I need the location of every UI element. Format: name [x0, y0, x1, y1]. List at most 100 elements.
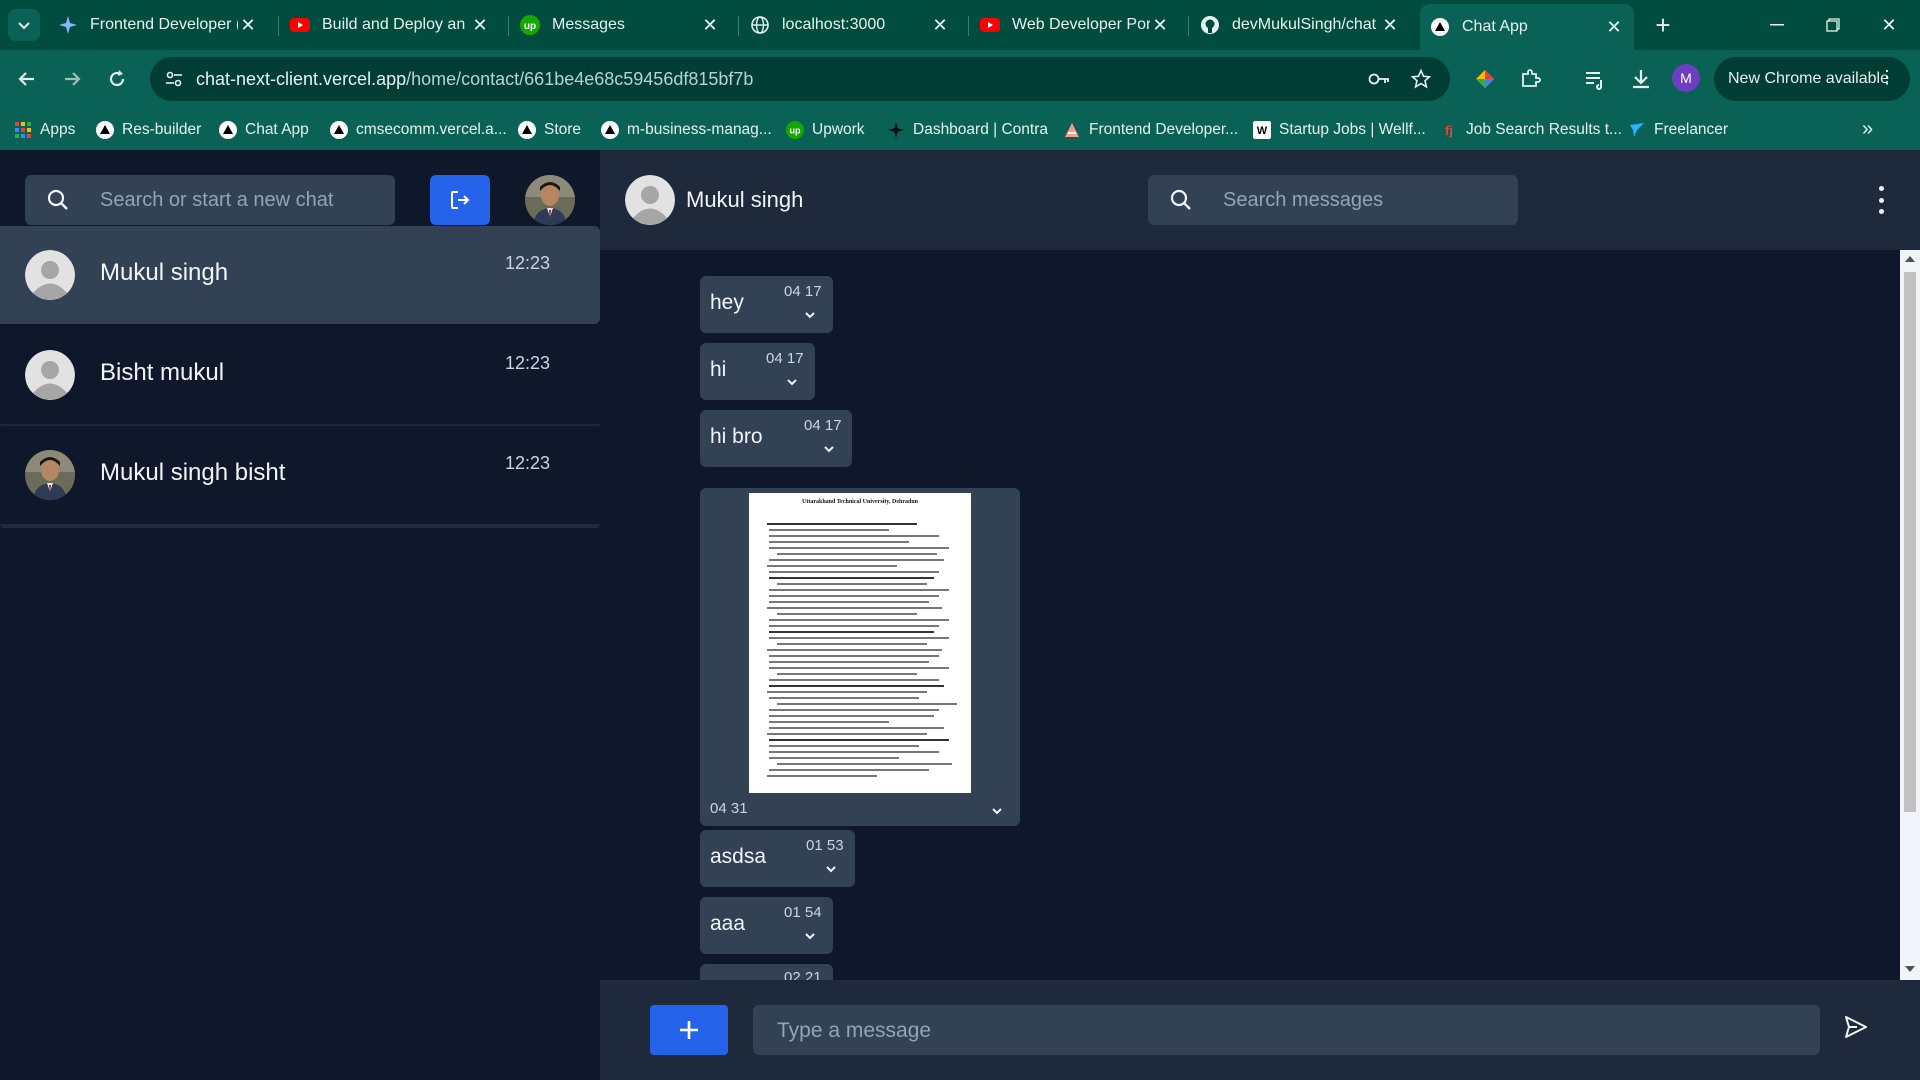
- close-icon[interactable]: ✕: [238, 15, 258, 35]
- document-line: [769, 571, 939, 573]
- tab-search-button[interactable]: [8, 9, 40, 41]
- back-button[interactable]: [10, 62, 44, 96]
- media-queue-icon[interactable]: [1580, 64, 1610, 94]
- document-line: [777, 583, 927, 585]
- document-message[interactable]: Uttarakhand Technical University, Dehrad…: [700, 488, 1020, 826]
- chevron-down-icon[interactable]: [803, 929, 817, 943]
- contact-search-input[interactable]: Search or start a new chat: [25, 175, 395, 225]
- bookmark-star-icon[interactable]: [1410, 68, 1432, 90]
- document-line: [767, 649, 942, 651]
- send-button[interactable]: [1843, 1014, 1873, 1044]
- vercel-icon: [1430, 17, 1450, 37]
- close-icon[interactable]: ✕: [700, 15, 720, 35]
- reload-button[interactable]: [100, 62, 134, 96]
- logout-button[interactable]: [430, 175, 490, 225]
- close-icon[interactable]: ✕: [1604, 17, 1624, 37]
- bookmark-m-business[interactable]: m-business-manag...: [601, 118, 772, 142]
- bookmark-frontend-developer[interactable]: Frontend Developer...: [1063, 118, 1238, 142]
- user-avatar[interactable]: [525, 175, 575, 225]
- tab-label: Messages: [552, 16, 625, 33]
- contact-item-mukul-singh[interactable]: Mukul singh 12:23: [0, 226, 600, 324]
- profile-avatar[interactable]: M: [1672, 64, 1700, 92]
- document-line: [769, 667, 949, 669]
- chevron-down-icon[interactable]: [824, 862, 838, 876]
- message-bubble[interactable]: hey 04 17: [700, 276, 833, 333]
- tab-localhost[interactable]: localhost:3000 ✕: [740, 6, 960, 44]
- restore-button[interactable]: [1808, 8, 1858, 42]
- document-line: [769, 529, 889, 531]
- bookmark-label: Freelancer: [1654, 121, 1729, 138]
- minimize-button[interactable]: [1752, 8, 1802, 42]
- svg-text:up: up: [790, 126, 801, 136]
- reload-icon: [109, 70, 125, 87]
- svg-text:fj: fj: [1445, 123, 1453, 138]
- new-tab-button[interactable]: +: [1648, 10, 1678, 40]
- bookmark-freelancer[interactable]: Freelancer: [1628, 118, 1728, 142]
- message-bubble[interactable]: 02 21: [700, 964, 833, 980]
- chat-menu-button[interactable]: [1875, 186, 1887, 214]
- close-icon[interactable]: ✕: [470, 15, 490, 35]
- bookmark-chat-app[interactable]: Chat App: [219, 118, 309, 142]
- bookmark-job-search[interactable]: fj Job Search Results t...: [1440, 118, 1622, 142]
- bookmarks-bar: Apps Res-builder Chat App cmsecomm.verce…: [0, 108, 1920, 150]
- close-window-button[interactable]: ✕: [1864, 8, 1914, 42]
- document-line: [777, 613, 917, 615]
- message-bubble[interactable]: aaa 01 54: [700, 897, 833, 954]
- url-text: chat-next-client.vercel.app/home/contact…: [196, 69, 753, 90]
- extensions-puzzle-icon[interactable]: [1515, 64, 1545, 94]
- contact-item-mukul-singh-bisht[interactable]: Mukul singh bisht 12:23: [0, 426, 600, 528]
- tab-messages[interactable]: up Messages ✕: [510, 6, 730, 44]
- message-input[interactable]: Type a message: [753, 1005, 1820, 1055]
- youtube-icon: [980, 15, 1000, 35]
- chevron-down-icon[interactable]: [785, 375, 799, 389]
- bookmark-label: Store: [544, 121, 582, 138]
- tab-chat-app[interactable]: Chat App ✕: [1420, 4, 1634, 50]
- bookmark-label: Job Search Results t...: [1466, 121, 1622, 138]
- close-icon[interactable]: ✕: [930, 15, 950, 35]
- document-line: [769, 661, 929, 663]
- bookmark-apps[interactable]: Apps: [14, 118, 75, 142]
- tab-build-and-deploy[interactable]: Build and Deploy an ✕: [280, 6, 500, 44]
- password-key-icon[interactable]: [1368, 68, 1390, 90]
- document-line: [769, 631, 934, 633]
- bookmark-startup-jobs[interactable]: W Startup Jobs | Wellf...: [1253, 118, 1426, 142]
- scroll-down-arrow[interactable]: [1905, 966, 1915, 972]
- bookmark-cmsecomm[interactable]: cmsecomm.vercel.a...: [330, 118, 507, 142]
- new-chrome-available-button[interactable]: New Chrome available ⋮: [1714, 57, 1910, 101]
- bookmark-upwork[interactable]: up Upwork: [786, 118, 865, 142]
- document-preview[interactable]: Uttarakhand Technical University, Dehrad…: [749, 493, 971, 793]
- tab-github-repo[interactable]: devMukulSingh/chat ✕: [1190, 6, 1410, 44]
- message-bubble[interactable]: hi bro 04 17: [700, 410, 852, 467]
- message-bubble[interactable]: asdsa 01 53: [700, 830, 855, 887]
- bookmark-res-builder[interactable]: Res-builder: [96, 118, 201, 142]
- forward-button[interactable]: [55, 62, 89, 96]
- close-icon[interactable]: ✕: [1380, 15, 1400, 35]
- message-search-input[interactable]: Search messages: [1148, 175, 1518, 225]
- contra-icon: [887, 121, 905, 139]
- close-icon[interactable]: ✕: [1150, 15, 1170, 35]
- bookmark-dashboard-contra[interactable]: Dashboard | Contra: [887, 118, 1048, 142]
- download-icon[interactable]: [1626, 64, 1656, 94]
- chevron-down-icon[interactable]: [990, 804, 1004, 818]
- site-settings-icon[interactable]: [164, 69, 184, 89]
- tab-web-developer-portfolio[interactable]: Web Developer Portf ✕: [970, 6, 1180, 44]
- scroll-up-arrow[interactable]: [1905, 256, 1915, 262]
- address-bar[interactable]: chat-next-client.vercel.app/home/contact…: [150, 57, 1450, 101]
- document-line: [769, 595, 939, 597]
- document-line: [777, 763, 952, 765]
- scrollbar-thumb[interactable]: [1904, 272, 1916, 812]
- browser-tab-bar: Frontend Developer ( ✕ Build and Deploy …: [0, 0, 1920, 50]
- message-bubble[interactable]: hi 04 17: [700, 343, 815, 400]
- youtube-icon: [290, 15, 310, 35]
- bookmark-store[interactable]: Store: [518, 118, 581, 142]
- chevron-down-icon[interactable]: [822, 442, 836, 456]
- more-bookmarks-icon[interactable]: »: [1862, 118, 1873, 141]
- extension-colorful-icon[interactable]: [1470, 64, 1500, 94]
- document-line: [769, 679, 939, 681]
- attach-button[interactable]: [650, 1005, 728, 1055]
- chevron-down-icon[interactable]: [803, 308, 817, 322]
- messages-scrollbar[interactable]: [1900, 250, 1920, 980]
- message-list[interactable]: hey 04 17 hi 04 17 hi bro 04 17 Uttarakh…: [600, 250, 1920, 980]
- contact-item-bisht-mukul[interactable]: Bisht mukul 12:23: [0, 326, 600, 428]
- tab-frontend-developer[interactable]: Frontend Developer ( ✕: [48, 6, 268, 44]
